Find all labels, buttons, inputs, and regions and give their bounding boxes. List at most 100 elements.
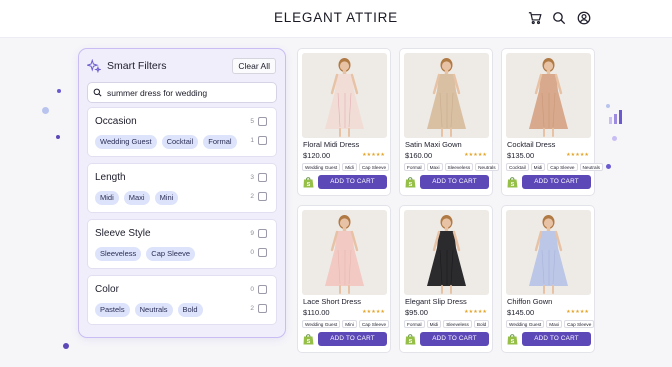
clear-all-button[interactable]: Clear All — [232, 58, 276, 74]
product-name[interactable]: Satin Maxi Gown — [405, 140, 462, 149]
filter-checkbox[interactable] — [258, 248, 267, 257]
product-tag: Cap Sleeve — [358, 163, 390, 171]
filter-checkbox[interactable] — [258, 192, 267, 201]
product-tags: Formal Midi Sleeveless Bold — [404, 320, 490, 328]
bar-graphic-icon — [609, 110, 622, 124]
filter-count: 2 — [250, 193, 254, 200]
product-image[interactable] — [302, 210, 387, 295]
product-card[interactable]: Floral Midi Dress $120.00 ★★★★★ Wedding Gue… — [297, 48, 391, 196]
filter-chip[interactable]: Maxi — [123, 191, 150, 205]
add-to-cart-button[interactable]: ADD TO CART — [522, 175, 591, 189]
filter-chip[interactable]: Bold — [177, 303, 203, 317]
filter-checkbox[interactable] — [258, 136, 267, 145]
filter-group-occasion: Occasion Wedding Guest Cocktail Formal 5 1 — [87, 107, 277, 157]
filter-checkbox[interactable] — [258, 229, 267, 238]
top-bar: ELEGANT ATTIRE — [0, 0, 672, 38]
shopify-bag-icon: S — [405, 333, 416, 345]
product-price: $145.00 — [507, 308, 535, 317]
user-icon[interactable] — [577, 11, 591, 25]
filter-group-sleeve-style: Sleeve Style Sleeveless Cap Sleeve 9 0 — [87, 219, 277, 269]
filter-chip[interactable]: Wedding Guest — [95, 135, 157, 149]
product-price: $135.00 — [507, 151, 535, 160]
product-name[interactable]: Chiffon Gown — [507, 297, 552, 306]
product-tags: Wedding Guest Midi Cap Sleeve — [302, 163, 390, 171]
product-tag: Sleeveless — [443, 320, 472, 328]
search-icon[interactable] — [552, 11, 566, 25]
decor-dot — [606, 164, 611, 169]
shopify-bag-icon: S — [303, 333, 314, 345]
product-tags: Cocktail Midi Cap Sleeve Neutrals — [506, 163, 603, 171]
product-image[interactable] — [404, 53, 489, 138]
product-tag: Bold — [473, 320, 490, 328]
product-tag: Cap Sleeve — [564, 320, 595, 328]
filter-chips: Sleeveless Cap Sleeve — [95, 247, 196, 261]
filter-checkbox[interactable] — [258, 173, 267, 182]
product-name[interactable]: Lace Short Dress — [303, 297, 361, 306]
filter-count: 9 — [250, 230, 254, 237]
filter-count: 1 — [250, 137, 254, 144]
star-rating: ★★★★★ — [464, 309, 487, 315]
product-card[interactable]: Chiffon Gown $145.00 ★★★★★ Wedding Guest Max… — [501, 205, 595, 353]
filter-count: 2 — [250, 305, 254, 312]
filter-group-length: Length Midi Maxi Mini 3 2 — [87, 163, 277, 213]
product-price: $120.00 — [303, 151, 331, 160]
filter-chip[interactable]: Cocktail — [161, 135, 199, 149]
filter-chip[interactable]: Pastels — [95, 303, 130, 317]
product-card[interactable]: Cocktail Dress $135.00 ★★★★★ Cocktail Midi Ca… — [501, 48, 603, 196]
filter-chip[interactable]: Mini — [154, 191, 179, 205]
sparkle-icon — [87, 59, 101, 73]
cart-icon[interactable] — [528, 11, 542, 25]
product-tag: Maxi — [546, 320, 563, 328]
filter-chips: Pastels Neutrals Bold — [95, 303, 203, 317]
filter-search-input[interactable] — [107, 87, 276, 98]
filter-chip[interactable]: Formal — [203, 135, 237, 149]
filter-checkbox[interactable] — [258, 285, 267, 294]
filter-chip[interactable]: Sleeveless — [95, 247, 142, 261]
product-card[interactable]: Elegant Slip Dress $95.00 ★★★★★ Formal Midi S… — [399, 205, 493, 353]
product-price: $110.00 — [303, 308, 330, 317]
filters-title: Smart Filters — [107, 60, 167, 72]
filter-group-title: Length — [95, 172, 126, 183]
brand-name[interactable]: ELEGANT ATTIRE — [0, 10, 672, 25]
product-name[interactable]: Cocktail Dress — [507, 140, 555, 149]
product-tag: Wedding Guest — [506, 320, 545, 328]
product-card[interactable]: Lace Short Dress $110.00 ★★★★★ Wedding Gues… — [297, 205, 391, 353]
product-name[interactable]: Elegant Slip Dress — [405, 297, 467, 306]
filter-group-color: Color Pastels Neutrals Bold 0 2 — [87, 275, 277, 325]
shopify-bag-icon: S — [507, 176, 518, 188]
filter-chip[interactable]: Neutrals — [134, 303, 173, 317]
filter-chips: Midi Maxi Mini — [95, 191, 179, 205]
product-image[interactable] — [506, 210, 591, 295]
shopify-bag-icon: S — [507, 333, 518, 345]
decor-dot — [57, 89, 61, 93]
filter-checkbox[interactable] — [258, 117, 267, 126]
filter-count: 0 — [250, 249, 254, 256]
add-to-cart-button[interactable]: ADD TO CART — [420, 332, 489, 346]
filter-search-box[interactable] — [87, 82, 277, 103]
filter-group-title: Color — [95, 284, 119, 295]
product-image[interactable] — [404, 210, 489, 295]
filter-group-title: Occasion — [95, 116, 137, 127]
add-to-cart-button[interactable]: ADD TO CART — [318, 175, 387, 189]
filter-checkbox[interactable] — [258, 304, 267, 313]
product-name[interactable]: Floral Midi Dress — [303, 140, 359, 149]
svg-text:S: S — [409, 182, 413, 188]
star-rating: ★★★★★ — [464, 152, 487, 158]
add-to-cart-button[interactable]: ADD TO CART — [318, 332, 387, 346]
product-image[interactable] — [302, 53, 387, 138]
shopify-bag-icon: S — [303, 176, 314, 188]
product-tag: Mini — [342, 320, 357, 328]
decor-dot — [612, 136, 617, 141]
add-to-cart-button[interactable]: ADD TO CART — [420, 175, 489, 189]
filter-chip[interactable]: Cap Sleeve — [146, 247, 196, 261]
shopify-bag-icon: S — [405, 176, 416, 188]
filter-chips: Wedding Guest Cocktail Formal — [95, 135, 237, 149]
product-card[interactable]: Satin Maxi Gown $160.00 ★★★★★ Formal Maxi Sle… — [399, 48, 499, 196]
add-to-cart-button[interactable]: ADD TO CART — [522, 332, 591, 346]
filter-chip[interactable]: Midi — [95, 191, 119, 205]
product-tag: Neutrals — [475, 163, 499, 171]
product-tag: Wedding Guest — [302, 163, 341, 171]
star-rating: ★★★★★ — [362, 152, 385, 158]
svg-text:S: S — [511, 182, 515, 188]
product-image[interactable] — [506, 53, 591, 138]
